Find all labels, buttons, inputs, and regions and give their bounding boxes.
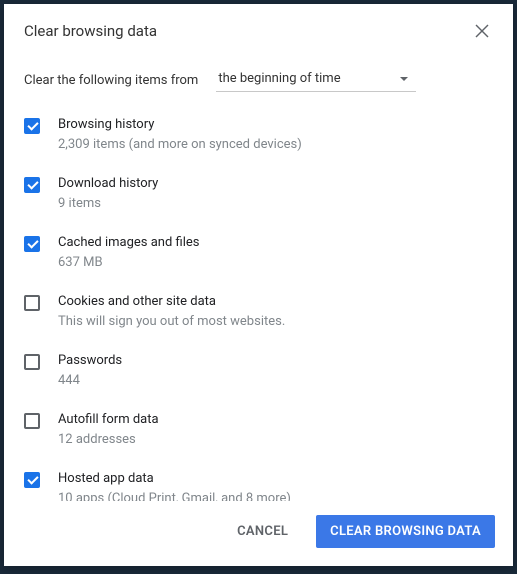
option-description: 10 apps (Cloud Print, Gmail, and 8 more) <box>58 490 493 501</box>
option-text: Autofill form data 12 addresses <box>58 411 493 450</box>
option-label: Cached images and files <box>58 234 493 252</box>
option-checkbox[interactable] <box>24 295 40 311</box>
option-label: Browsing history <box>58 116 493 134</box>
option-row: Passwords 444 <box>24 342 493 401</box>
option-text: Passwords 444 <box>58 352 493 391</box>
option-description: 444 <box>58 372 493 391</box>
option-description: 12 addresses <box>58 431 493 450</box>
option-row: Autofill form data 12 addresses <box>24 401 493 460</box>
option-checkbox[interactable] <box>24 118 40 134</box>
option-text: Hosted app data 10 apps (Cloud Print, Gma… <box>58 470 493 501</box>
dialog-header: Clear browsing data <box>4 4 513 54</box>
option-checkbox[interactable] <box>24 177 40 193</box>
option-row: Download history 9 items <box>24 165 493 224</box>
option-text: Cached images and files 637 MB <box>58 234 493 273</box>
option-checkbox[interactable] <box>24 472 40 488</box>
option-label: Passwords <box>58 352 493 370</box>
option-text: Cookies and other site data This will sig… <box>58 293 493 332</box>
clear-browsing-data-button[interactable]: CLEAR BROWSING DATA <box>316 515 495 548</box>
option-description: This will sign you out of most websites. <box>58 313 493 332</box>
option-label: Cookies and other site data <box>58 293 493 311</box>
chevron-down-icon <box>400 77 408 81</box>
close-icon <box>475 24 489 38</box>
close-button[interactable] <box>475 24 489 38</box>
option-checkbox[interactable] <box>24 354 40 370</box>
option-checkbox[interactable] <box>24 236 40 252</box>
time-range-dropdown[interactable]: the beginning of time <box>216 68 416 92</box>
time-range-label: Clear the following items from <box>24 73 198 88</box>
option-row: Cookies and other site data This will sig… <box>24 283 493 342</box>
cancel-button[interactable]: CANCEL <box>223 515 302 548</box>
dialog-title: Clear browsing data <box>24 22 157 40</box>
clear-browsing-data-dialog: Clear browsing data Clear the following … <box>4 4 513 566</box>
option-checkbox[interactable] <box>24 413 40 429</box>
option-description: 2,309 items (and more on synced devices) <box>58 136 493 155</box>
option-row: Browsing history 2,309 items (and more on… <box>24 106 493 165</box>
options-list: Browsing history 2,309 items (and more on… <box>4 102 513 501</box>
option-row: Cached images and files 637 MB <box>24 224 493 283</box>
option-label: Autofill form data <box>58 411 493 429</box>
option-text: Browsing history 2,309 items (and more on… <box>58 116 493 155</box>
option-label: Download history <box>58 175 493 193</box>
option-label: Hosted app data <box>58 470 493 488</box>
time-range-row: Clear the following items from the begin… <box>4 54 513 102</box>
option-row: Hosted app data 10 apps (Cloud Print, Gma… <box>24 460 493 501</box>
time-range-value: the beginning of time <box>218 71 340 86</box>
option-text: Download history 9 items <box>58 175 493 214</box>
option-description: 9 items <box>58 195 493 214</box>
option-description: 637 MB <box>58 254 493 273</box>
dialog-footer: CANCEL CLEAR BROWSING DATA <box>4 501 513 566</box>
